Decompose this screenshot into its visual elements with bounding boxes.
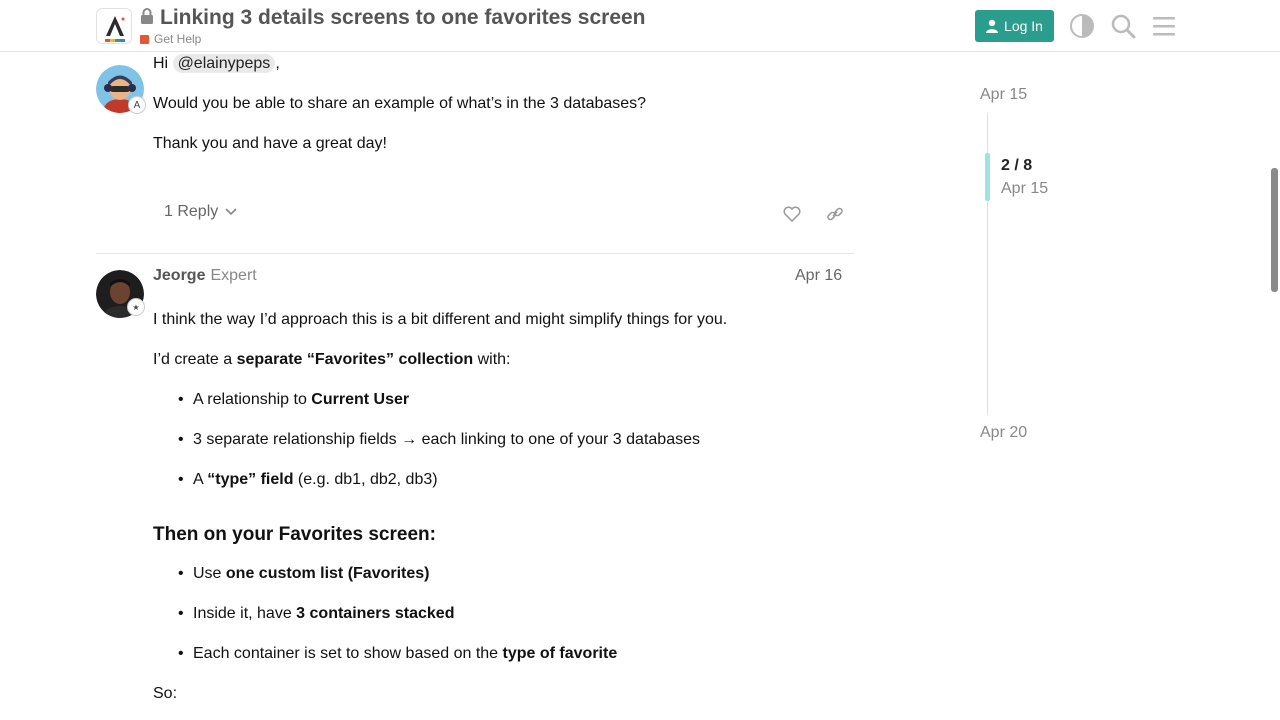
list-item: • 3 separate relationship fields → each l… (178, 431, 700, 448)
hamburger-menu-icon[interactable] (1151, 13, 1177, 39)
timeline-handle[interactable] (985, 153, 990, 201)
site-header: Linking 3 details screens to one favorit… (0, 0, 1280, 52)
author-title: Expert (210, 267, 257, 284)
search-icon[interactable] (1110, 13, 1136, 39)
list-item: • Each container is set to show based on … (178, 645, 618, 662)
topic-title-text[interactable]: Linking 3 details screens to one favorit… (160, 6, 646, 30)
topic-title[interactable]: Linking 3 details screens to one favorit… (140, 6, 646, 30)
share-link-icon[interactable] (825, 204, 845, 224)
theme-toggle-icon[interactable] (1069, 13, 1095, 39)
logo-icon (105, 16, 125, 42)
replies-toggle-button[interactable]: 1 Reply (164, 203, 238, 221)
lock-icon (140, 6, 154, 30)
expert-badge-icon: ★ (127, 298, 145, 316)
timeline-start-date[interactable]: Apr 15 (980, 86, 1027, 104)
timeline-position-date: Apr 15 (1001, 180, 1049, 197)
category-badge[interactable]: Get Help (140, 32, 646, 46)
bold-text: separate “Favorites” collection (236, 351, 474, 368)
greeting-text: Hi (153, 55, 169, 72)
list-item: • Use one custom list (Favorites) (178, 565, 430, 582)
login-label: Log In (1004, 18, 1043, 34)
site-logo[interactable] (96, 8, 132, 44)
post-paragraph: Would you be able to share an example of… (153, 95, 647, 112)
timeline-position: 2 / 8 (1001, 157, 1033, 174)
post-paragraph: I’d create a separate “Favorites” collec… (153, 350, 510, 370)
like-icon[interactable] (782, 204, 802, 224)
timeline-end-date[interactable]: Apr 20 (980, 424, 1027, 442)
text-run: I’d create a (153, 351, 237, 368)
category-swatch (140, 34, 149, 44)
staff-badge-icon: A (128, 96, 146, 114)
post-author: Jeorge Expert (153, 267, 257, 285)
list-item: • A “type” field (e.g. db1, db2, db3) (178, 471, 438, 488)
page-scrollbar[interactable] (1271, 168, 1278, 292)
post-date[interactable]: Apr 16 (795, 267, 842, 285)
list-item: • A relationship to Current User (178, 391, 410, 408)
login-button[interactable]: Log In (975, 10, 1054, 42)
post-greeting: Hi @elainypeps, (153, 54, 280, 74)
post-divider (96, 253, 854, 254)
user-icon (986, 19, 999, 33)
comma-text: , (275, 55, 280, 72)
post-paragraph: I think the way I’d approach this is a b… (153, 311, 728, 328)
post-paragraph: So: (153, 685, 178, 702)
section-heading: Then on your Favorites screen: (153, 524, 436, 545)
list-item: • Inside it, have 3 containers stacked (178, 605, 455, 622)
chevron-down-icon (225, 208, 237, 216)
mention-link[interactable]: @elainypeps (172, 54, 276, 73)
author-name[interactable]: Jeorge (153, 267, 205, 285)
category-label[interactable]: Get Help (154, 32, 201, 46)
post-paragraph: Thank you and have a great day! (153, 135, 387, 152)
text-run: with: (473, 351, 511, 368)
reply-count-label: 1 Reply (164, 203, 219, 220)
